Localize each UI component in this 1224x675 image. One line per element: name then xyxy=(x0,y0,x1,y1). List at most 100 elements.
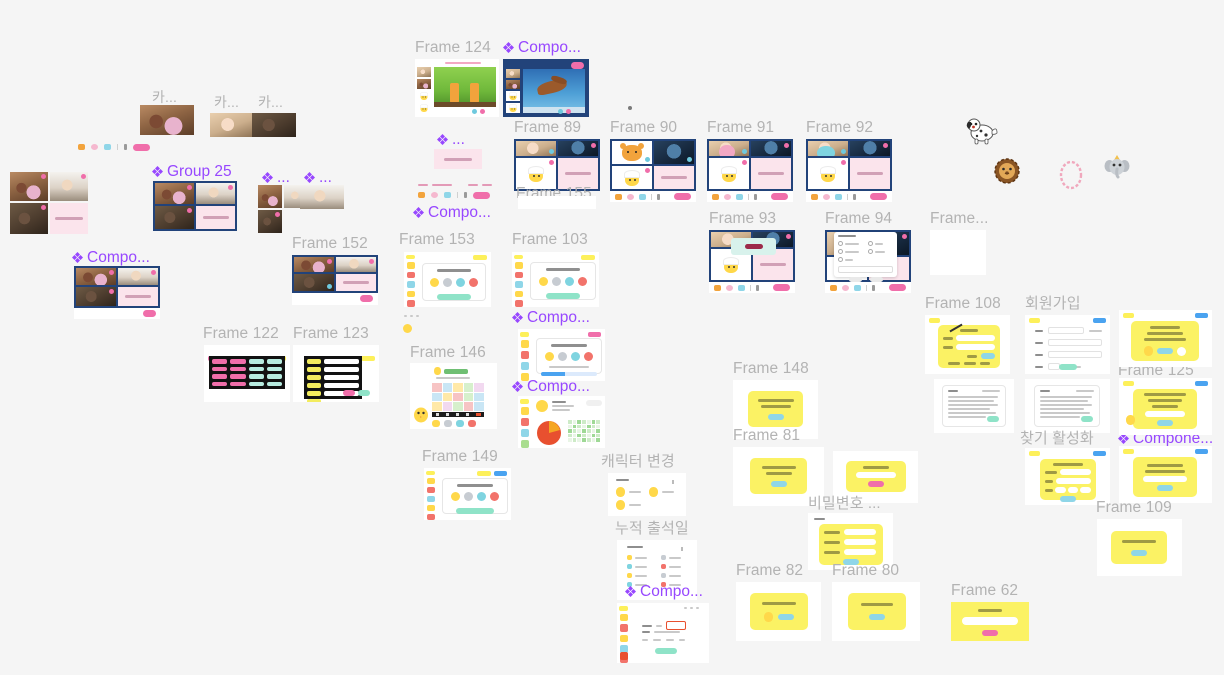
video-tile[interactable] xyxy=(294,257,334,272)
sidebar-item-icon[interactable] xyxy=(520,362,529,370)
frame-89[interactable] xyxy=(514,139,600,191)
frame-component-progress[interactable] xyxy=(518,329,605,381)
meeting-toolbar-2[interactable] xyxy=(418,191,504,199)
character-option[interactable] xyxy=(584,352,593,361)
form-input[interactable] xyxy=(324,367,359,372)
thumb-ka-1[interactable] xyxy=(140,105,194,135)
video-tile[interactable] xyxy=(808,141,848,156)
highlighted-field[interactable] xyxy=(666,621,686,630)
frame-155[interactable] xyxy=(518,196,596,209)
sidebar-item-icon[interactable] xyxy=(406,290,415,298)
video-tile[interactable] xyxy=(258,210,282,233)
radio-option[interactable] xyxy=(868,249,893,254)
participant-strip[interactable] xyxy=(417,67,431,113)
participant-thumb[interactable] xyxy=(506,80,520,89)
video-tile-placeholder[interactable] xyxy=(654,166,694,189)
leave-button[interactable] xyxy=(870,193,887,200)
video-tile[interactable] xyxy=(336,257,376,272)
frame-149[interactable] xyxy=(424,468,511,521)
leave-button[interactable] xyxy=(674,193,691,200)
video-tile[interactable] xyxy=(654,141,694,164)
frame-148[interactable] xyxy=(733,380,818,439)
character-panel[interactable] xyxy=(422,263,486,301)
form-input[interactable] xyxy=(324,375,359,380)
mic-icon[interactable] xyxy=(830,284,837,291)
frame-terms-1[interactable] xyxy=(934,379,1014,433)
sidebar-item-icon[interactable] xyxy=(426,495,435,502)
participant-thumb[interactable] xyxy=(506,91,520,101)
frame-terms-2[interactable] xyxy=(1025,379,1110,433)
frame-chat-bubble[interactable] xyxy=(434,149,482,169)
dialog-yellow[interactable] xyxy=(848,593,906,630)
character-option[interactable] xyxy=(649,487,658,497)
thumb-ka-3[interactable] xyxy=(252,113,296,137)
confirm-button[interactable] xyxy=(1157,419,1173,426)
dialog-yellow[interactable] xyxy=(1133,389,1197,429)
character-option[interactable] xyxy=(477,492,486,501)
frame-146[interactable] xyxy=(410,363,497,429)
frame-125[interactable] xyxy=(1119,310,1212,367)
sidebar-item-icon[interactable] xyxy=(619,613,628,622)
terms-panel[interactable] xyxy=(1034,385,1100,427)
participants-icon[interactable] xyxy=(756,284,759,291)
sidebar-item-icon[interactable] xyxy=(619,624,628,632)
confirm-button[interactable] xyxy=(437,294,471,300)
character-panel[interactable] xyxy=(442,478,508,514)
sidebar-item-icon[interactable] xyxy=(620,652,628,660)
camera-icon[interactable] xyxy=(823,193,830,200)
video-tile-chick[interactable] xyxy=(516,158,556,189)
dialog-yellow[interactable] xyxy=(1133,457,1197,497)
character-grid[interactable] xyxy=(432,383,484,411)
header-badge[interactable] xyxy=(473,255,487,260)
confirm-button[interactable] xyxy=(869,614,885,620)
radio-option[interactable] xyxy=(838,257,863,262)
video-tile-placeholder[interactable] xyxy=(196,205,235,229)
app-sidebar[interactable] xyxy=(518,329,531,381)
character-option[interactable] xyxy=(545,352,554,361)
sidebar-item-icon[interactable] xyxy=(619,634,628,643)
video-tile-placeholder[interactable] xyxy=(850,158,890,189)
form-row[interactable] xyxy=(642,631,680,633)
sidebar-item-icon[interactable] xyxy=(514,271,523,279)
sidebar-item-icon[interactable] xyxy=(406,300,415,307)
camera-icon[interactable] xyxy=(91,144,98,150)
mic-icon[interactable] xyxy=(714,284,721,291)
frame-153[interactable] xyxy=(404,252,491,307)
video-tile[interactable] xyxy=(850,141,890,156)
leave-button[interactable] xyxy=(473,191,490,199)
participant-thumb[interactable] xyxy=(417,91,431,101)
sidebar-item-icon[interactable] xyxy=(514,262,523,269)
frame-component-top-1[interactable] xyxy=(503,59,589,117)
tooltip-popup[interactable] xyxy=(731,238,776,255)
submit-button[interactable] xyxy=(868,481,884,487)
frame-123[interactable] xyxy=(293,345,379,402)
video-tile-placeholder[interactable] xyxy=(558,158,598,189)
meeting-toolbar-90[interactable] xyxy=(610,191,696,202)
text-input[interactable] xyxy=(856,472,896,478)
dialog-input[interactable] xyxy=(838,266,893,273)
share-screen-icon[interactable] xyxy=(104,144,111,150)
character-option[interactable] xyxy=(578,277,587,286)
confirm-button[interactable] xyxy=(1060,496,1076,502)
character-option[interactable] xyxy=(430,278,439,287)
text-input[interactable] xyxy=(1143,475,1187,482)
game-controlbar[interactable] xyxy=(432,412,484,417)
participants-icon[interactable] xyxy=(853,193,856,200)
video-tile-tiger[interactable] xyxy=(612,141,652,164)
frame-92[interactable] xyxy=(806,139,892,191)
confirm-button[interactable] xyxy=(767,413,784,420)
share-screen-icon[interactable] xyxy=(854,284,861,291)
frame-81[interactable] xyxy=(733,447,824,506)
sidebar-item-icon[interactable] xyxy=(406,281,415,288)
confirm-button[interactable] xyxy=(1081,416,1093,422)
dialog-yellow[interactable] xyxy=(846,461,906,492)
dialog-yellow[interactable] xyxy=(748,391,803,427)
radio-option[interactable] xyxy=(868,241,893,246)
frame-component-bottom[interactable] xyxy=(617,603,709,664)
participants-icon[interactable] xyxy=(464,192,467,198)
table-frame-122[interactable] xyxy=(209,356,285,389)
character-options[interactable] xyxy=(443,492,507,501)
dialog-yellow[interactable] xyxy=(1131,321,1199,361)
sidebar-item-icon[interactable] xyxy=(426,486,435,493)
video-tile[interactable] xyxy=(76,286,116,306)
